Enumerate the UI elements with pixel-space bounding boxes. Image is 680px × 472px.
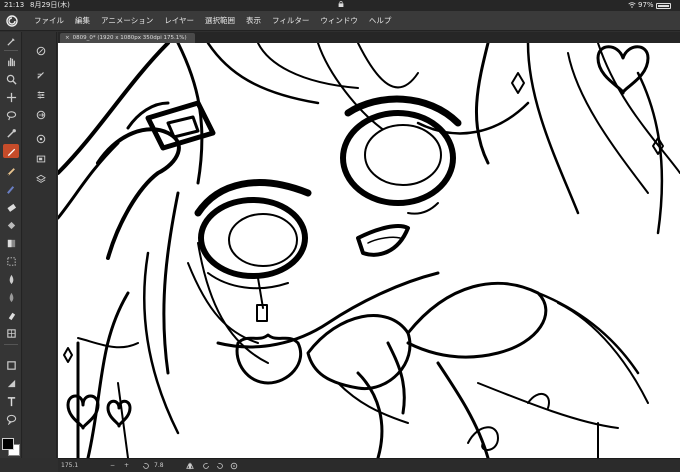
battery-percent: 97% bbox=[638, 1, 654, 9]
line-art-illustration bbox=[58, 43, 680, 458]
close-tab-icon[interactable]: × bbox=[65, 35, 70, 41]
menu-file[interactable]: ファイル bbox=[34, 11, 64, 31]
tool-palette bbox=[0, 32, 22, 458]
panel-column bbox=[23, 32, 57, 458]
reset-view-icon[interactable] bbox=[230, 462, 238, 470]
navigator-icon[interactable] bbox=[34, 152, 48, 165]
menu-list: ファイル 編集 アニメーション レイヤー 選択範囲 表示 フィルター ウィンドウ… bbox=[34, 11, 402, 31]
menu-selection[interactable]: 選択範囲 bbox=[205, 11, 235, 31]
balloon-icon[interactable] bbox=[3, 412, 19, 426]
zoom-in-button[interactable]: + bbox=[124, 459, 129, 472]
brush-size-icon[interactable] bbox=[34, 108, 48, 121]
tool-property-icon[interactable] bbox=[34, 88, 48, 101]
menu-edit[interactable]: 編集 bbox=[75, 11, 90, 31]
menu-animation[interactable]: アニメーション bbox=[101, 11, 153, 31]
figure-icon[interactable] bbox=[3, 358, 19, 372]
wifi-icon bbox=[628, 2, 636, 8]
hand-icon[interactable] bbox=[3, 54, 19, 68]
frame-icon[interactable] bbox=[3, 326, 19, 340]
zoom-out-button[interactable]: − bbox=[110, 459, 115, 472]
menu-filter[interactable]: フィルター bbox=[272, 11, 309, 31]
menu-window[interactable]: ウィンドウ bbox=[320, 11, 358, 31]
rotate-right-icon[interactable] bbox=[216, 462, 224, 470]
battery-icon bbox=[656, 3, 671, 9]
status-time: 21:13 bbox=[4, 1, 25, 9]
ink-brush-icon[interactable] bbox=[3, 182, 19, 196]
menu-bar: ファイル 編集 アニメーション レイヤー 選択範囲 表示 フィルター ウィンドウ… bbox=[0, 11, 680, 31]
rotation-angle[interactable]: 7.8 bbox=[154, 459, 164, 472]
rotate-icon bbox=[143, 463, 149, 469]
status-date: 8月29日(木) bbox=[30, 1, 70, 9]
pen-icon[interactable] bbox=[3, 144, 19, 158]
lasso-icon[interactable] bbox=[3, 108, 19, 122]
menu-view[interactable]: 表示 bbox=[246, 11, 261, 31]
ios-status-bar: 21:13 8月29日(木) 97% bbox=[0, 0, 680, 11]
rotate-left-icon[interactable] bbox=[202, 462, 210, 470]
decorate-icon[interactable] bbox=[3, 308, 19, 322]
menu-help[interactable]: ヘルプ bbox=[369, 11, 392, 31]
brush-settings-icon[interactable] bbox=[3, 34, 19, 48]
eyedropper-icon[interactable] bbox=[3, 126, 19, 140]
modifier-key-icon[interactable] bbox=[34, 44, 48, 57]
pencil-icon[interactable] bbox=[3, 164, 19, 178]
menu-layer[interactable]: レイヤー bbox=[164, 11, 194, 31]
document-tab-title: 0809_0* (1920 x 1080px 350dpi 175.1%) bbox=[72, 35, 187, 41]
color-wheel-icon[interactable] bbox=[34, 132, 48, 145]
drawing-canvas[interactable] bbox=[58, 43, 680, 458]
app-logo-icon[interactable] bbox=[6, 15, 18, 27]
watercolor-icon[interactable] bbox=[3, 272, 19, 286]
document-tab[interactable]: × 0809_0* (1920 x 1080px 350dpi 175.1%) bbox=[60, 33, 195, 43]
sub-tool-icon[interactable] bbox=[34, 68, 48, 81]
move-icon[interactable] bbox=[3, 90, 19, 104]
zoom-level[interactable]: 175.1 bbox=[61, 459, 78, 472]
correct-line-icon[interactable] bbox=[3, 376, 19, 390]
airbrush-icon[interactable] bbox=[3, 290, 19, 304]
eraser-icon[interactable] bbox=[3, 200, 19, 214]
text-icon[interactable] bbox=[3, 394, 19, 408]
document-tab-bar: × 0809_0* (1920 x 1080px 350dpi 175.1%) bbox=[58, 32, 680, 43]
gradient-icon[interactable] bbox=[3, 236, 19, 250]
zoom-icon[interactable] bbox=[3, 72, 19, 86]
flip-icon[interactable] bbox=[186, 462, 194, 470]
blend-icon[interactable] bbox=[3, 254, 19, 268]
layer-icon[interactable] bbox=[34, 172, 48, 185]
main-color-swatch[interactable] bbox=[2, 438, 14, 450]
fill-icon[interactable] bbox=[3, 218, 19, 232]
lock-icon bbox=[338, 1, 344, 7]
canvas-status-bar: 175.1 − + 7.8 bbox=[58, 458, 680, 472]
